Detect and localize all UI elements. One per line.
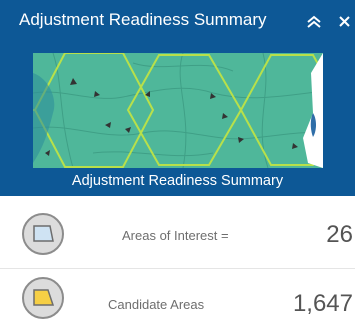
- collapse-button[interactable]: [300, 6, 328, 36]
- areas-of-interest-value: 26: [326, 221, 353, 248]
- candidate-area-icon: [22, 277, 64, 319]
- hexagon-map-image: [33, 53, 323, 168]
- candidate-areas-label: Candidate Areas: [108, 297, 205, 312]
- row-divider: [0, 268, 355, 269]
- areas-of-interest-row[interactable]: Areas of Interest = 26: [0, 206, 355, 268]
- double-chevron-up-icon: [307, 15, 321, 28]
- map-thumbnail[interactable]: [33, 53, 323, 168]
- panel-header: Adjustment Readiness Summary Adjustment …: [0, 0, 355, 196]
- areas-of-interest-label: Areas of Interest =: [122, 228, 229, 243]
- close-button[interactable]: [334, 6, 355, 36]
- close-icon: [339, 16, 350, 27]
- area-of-interest-icon: [22, 213, 64, 255]
- candidate-areas-row[interactable]: Candidate Areas 1,647: [0, 270, 355, 328]
- candidate-areas-value: 1,647: [292, 290, 353, 317]
- summary-panel: Adjustment Readiness Summary Adjustment …: [0, 0, 355, 328]
- panel-title: Adjustment Readiness Summary: [19, 10, 267, 29]
- map-caption: Adjustment Readiness Summary: [71, 173, 284, 189]
